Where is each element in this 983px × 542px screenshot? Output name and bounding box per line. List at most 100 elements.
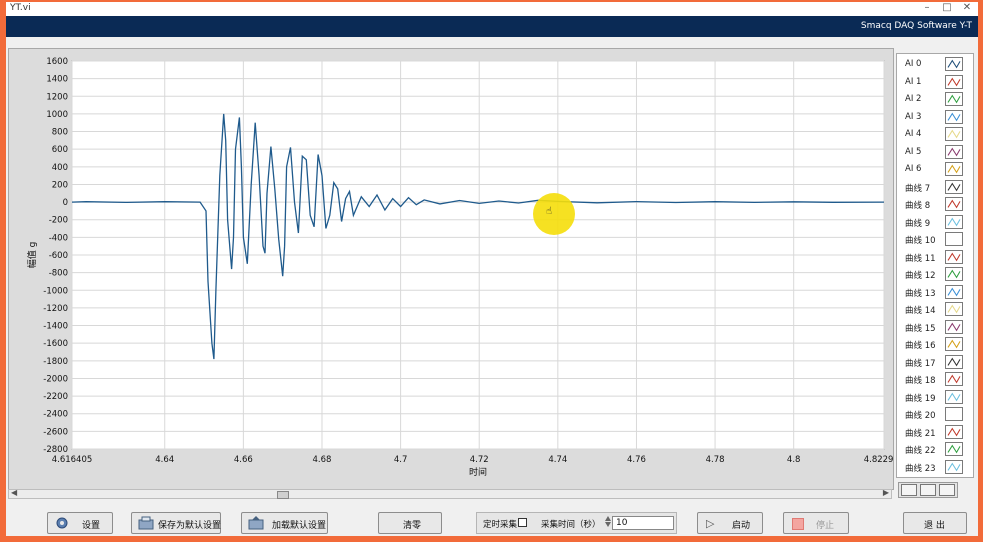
y-tick-label: -1800 bbox=[43, 357, 68, 367]
legend-swatch-icon[interactable] bbox=[945, 74, 963, 89]
legend-swatch-icon[interactable] bbox=[945, 442, 963, 456]
hand-cursor-icon: ☝ bbox=[546, 206, 553, 217]
legend-swatch-icon[interactable] bbox=[945, 267, 963, 281]
y-tick-label: -2800 bbox=[43, 445, 68, 455]
legend-item[interactable]: AI 4 bbox=[897, 126, 973, 143]
close-button[interactable]: ✕ bbox=[960, 2, 974, 13]
legend-swatch-icon[interactable] bbox=[945, 389, 963, 404]
load-default-label: 加载默认设置 bbox=[272, 521, 327, 531]
load-icon bbox=[248, 516, 264, 530]
start-button[interactable]: ▷ 启动 bbox=[697, 512, 763, 534]
legend-item[interactable]: AI 6 bbox=[897, 161, 973, 178]
y-tick-label: -800 bbox=[49, 269, 68, 279]
cursor-highlight bbox=[533, 193, 575, 235]
legend-swatch-icon[interactable] bbox=[945, 302, 963, 316]
graph-palette[interactable] bbox=[898, 482, 958, 498]
legend-item[interactable]: 曲线 8 bbox=[897, 196, 973, 213]
legend-item-label: AI 5 bbox=[905, 146, 922, 157]
acq-time-spinner[interactable] bbox=[604, 515, 612, 531]
y-tick-label: 1000 bbox=[46, 110, 68, 120]
legend-swatch-icon[interactable] bbox=[945, 232, 963, 246]
legend-item[interactable]: 曲线 11 bbox=[897, 249, 973, 266]
legend-item[interactable]: 曲线 9 bbox=[897, 214, 973, 231]
legend-item[interactable]: 曲线 10 bbox=[897, 231, 973, 248]
save-default-button[interactable]: 保存为默认设置 bbox=[131, 512, 221, 534]
legend-item[interactable]: AI 0 bbox=[897, 56, 973, 73]
legend-swatch-icon[interactable] bbox=[945, 162, 963, 176]
legend-item-label: 曲线 7 bbox=[905, 183, 931, 194]
legend-item[interactable]: 曲线 23 bbox=[897, 459, 973, 476]
y-tick-label: -1600 bbox=[43, 339, 68, 349]
y-tick-label: 1600 bbox=[46, 57, 68, 67]
legend-item[interactable]: 曲线 21 bbox=[897, 424, 973, 441]
legend-swatch-icon[interactable] bbox=[945, 92, 963, 106]
legend-item-label: AI 3 bbox=[905, 111, 922, 122]
y-tick-label: -2000 bbox=[43, 374, 68, 384]
legend-swatch-icon[interactable] bbox=[945, 57, 963, 71]
legend-item[interactable]: 曲线 15 bbox=[897, 319, 973, 336]
legend-item[interactable]: 曲线 20 bbox=[897, 406, 973, 423]
legend-item[interactable]: 曲线 18 bbox=[897, 371, 973, 388]
legend-item[interactable]: 曲线 14 bbox=[897, 301, 973, 318]
legend-item[interactable]: 曲线 22 bbox=[897, 441, 973, 458]
legend-swatch-icon[interactable] bbox=[945, 197, 963, 211]
legend-swatch-icon[interactable] bbox=[945, 337, 963, 351]
legend-item[interactable]: AI 5 bbox=[897, 144, 973, 161]
load-default-button[interactable]: 加载默认设置 bbox=[241, 512, 328, 534]
scroll-right-icon[interactable]: ▶ bbox=[883, 488, 889, 497]
legend-swatch-icon[interactable] bbox=[945, 127, 963, 141]
legend-item-label: 曲线 15 bbox=[905, 323, 936, 334]
legend-swatch-icon[interactable] bbox=[945, 284, 963, 299]
legend-item[interactable]: 曲线 19 bbox=[897, 389, 973, 406]
legend-item[interactable]: 曲线 16 bbox=[897, 336, 973, 353]
cursor-tool-icon[interactable] bbox=[901, 484, 917, 496]
legend-swatch-icon[interactable] bbox=[945, 179, 963, 194]
horizontal-scrollbar[interactable]: ◀ ▶ bbox=[8, 488, 892, 499]
acq-time-input[interactable]: 10 bbox=[612, 516, 674, 530]
legend-swatch-icon[interactable] bbox=[945, 109, 963, 124]
save-icon bbox=[138, 516, 154, 530]
legend-swatch-icon[interactable] bbox=[945, 372, 963, 386]
legend-item[interactable]: 曲线 7 bbox=[897, 179, 973, 196]
scroll-left-icon[interactable]: ◀ bbox=[11, 488, 17, 497]
legend-item[interactable]: AI 1 bbox=[897, 74, 973, 91]
legend-item[interactable]: 曲线 17 bbox=[897, 354, 973, 371]
waveform-graph[interactable]: 1600 1400 1200 1000 800 600 400 200 0 -200 -400 -60… bbox=[8, 48, 894, 490]
stop-label: 停止 bbox=[816, 521, 835, 531]
legend-item-label: 曲线 17 bbox=[905, 358, 936, 369]
legend-swatch-icon[interactable] bbox=[945, 459, 963, 474]
timed-acq-checkbox[interactable] bbox=[518, 518, 527, 527]
legend-swatch-icon[interactable] bbox=[945, 319, 963, 334]
legend-swatch-icon[interactable] bbox=[945, 424, 963, 439]
zero-button[interactable]: 清零 bbox=[378, 512, 442, 534]
settings-button[interactable]: 设置 bbox=[47, 512, 113, 534]
zero-label: 清零 bbox=[403, 521, 422, 531]
stop-button[interactable]: 停止 bbox=[783, 512, 849, 534]
pan-tool-icon[interactable] bbox=[939, 484, 955, 496]
legend-item-label: 曲线 21 bbox=[905, 428, 936, 439]
legend-swatch-icon[interactable] bbox=[945, 214, 963, 229]
x-tick-label: 4.64 bbox=[155, 455, 174, 465]
legend-item[interactable]: AI 3 bbox=[897, 109, 973, 126]
y-tick-label: -200 bbox=[49, 216, 68, 226]
maximize-button[interactable]: □ bbox=[940, 2, 954, 13]
legend-swatch-icon[interactable] bbox=[945, 249, 963, 264]
exit-button[interactable]: 退 出 bbox=[903, 512, 967, 534]
legend-item-label: 曲线 9 bbox=[905, 218, 931, 229]
legend-swatch-icon[interactable] bbox=[945, 354, 963, 369]
legend-swatch-icon[interactable] bbox=[945, 144, 963, 159]
legend-item-label: AI 4 bbox=[905, 129, 922, 139]
zoom-tool-icon[interactable] bbox=[920, 484, 936, 496]
scroll-thumb[interactable] bbox=[277, 491, 289, 499]
y-tick-label: -400 bbox=[49, 233, 68, 243]
y-tick-label: -2400 bbox=[43, 410, 68, 420]
legend-item[interactable]: 曲线 13 bbox=[897, 284, 973, 301]
app-window: YT.vi – □ ✕ Smacq DAQ Software Y-T 1600 1… bbox=[6, 2, 978, 536]
brand-title: Smacq DAQ Software Y-T bbox=[860, 21, 972, 31]
legend-item[interactable]: AI 2 bbox=[897, 91, 973, 108]
legend-swatch-icon[interactable] bbox=[945, 407, 963, 421]
legend-item[interactable]: 曲线 12 bbox=[897, 266, 973, 283]
y-tick-label: -600 bbox=[49, 251, 68, 261]
minimize-button[interactable]: – bbox=[920, 2, 934, 13]
plot-legend[interactable]: AI 0 AI 1 AI 2 AI 3 AI 4 AI 5 AI 6 曲线 7 曲线 8 曲线 9… bbox=[896, 53, 974, 478]
